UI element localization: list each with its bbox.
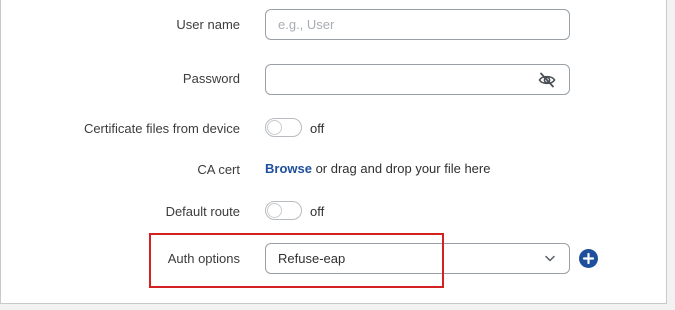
cert-from-device-toggle[interactable]	[265, 118, 302, 137]
username-input[interactable]: e.g., User	[265, 9, 570, 40]
form-panel: User name e.g., User Password Certificat…	[0, 0, 667, 304]
toggle-knob	[268, 121, 281, 134]
default-route-toggle[interactable]	[265, 201, 302, 220]
browse-link[interactable]: Browse	[265, 161, 312, 176]
toggle-knob	[268, 204, 281, 217]
chevron-down-icon	[545, 255, 555, 262]
password-input[interactable]	[265, 64, 570, 95]
ca-cert-label: CA cert	[197, 162, 240, 177]
cert-from-device-state: off	[310, 121, 325, 136]
plus-circle-icon[interactable]	[579, 249, 598, 268]
ca-cert-dropzone[interactable]: Browse or drag and drop your file here	[265, 161, 490, 176]
default-route-label: Default route	[165, 204, 240, 219]
cert-from-device-label: Certificate files from device	[83, 121, 240, 136]
default-route-state: off	[310, 204, 325, 219]
eye-off-icon[interactable]	[538, 72, 556, 88]
drop-text: or drag and drop your file here	[311, 161, 491, 176]
username-label: User name	[176, 17, 240, 32]
password-label: Password	[182, 71, 240, 86]
highlight-annotation	[149, 233, 444, 288]
username-placeholder: e.g., User	[278, 17, 335, 32]
